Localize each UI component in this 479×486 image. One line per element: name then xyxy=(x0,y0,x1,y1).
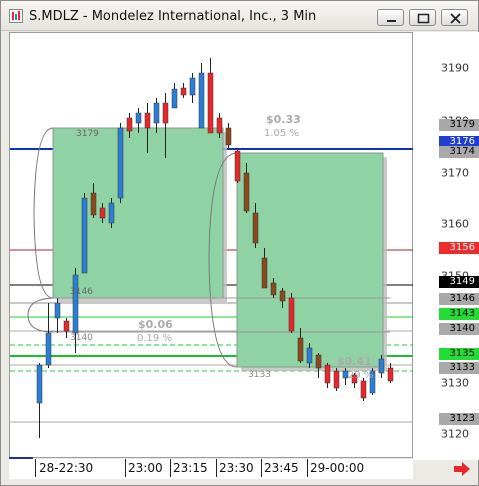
price-tag-3133: 3133 xyxy=(439,362,479,374)
candle-body xyxy=(261,257,268,289)
price-tag-3156: 3156 xyxy=(439,242,479,254)
candle-body xyxy=(135,112,142,124)
candle-body xyxy=(234,150,241,182)
candle-body xyxy=(207,72,214,134)
box1-bottom-label: 3146 xyxy=(70,287,93,297)
price-tag-3146: 3146 xyxy=(439,293,479,305)
price-tag-3135: 3135 xyxy=(439,348,479,360)
price-chart[interactable] xyxy=(10,33,414,459)
price-tick: 3130 xyxy=(441,376,469,390)
candle-body xyxy=(144,112,151,129)
candle-body xyxy=(189,77,196,96)
price-tag-3143: 3143 xyxy=(439,308,479,320)
candle-body xyxy=(252,212,259,244)
box2-change-label: $0.06 xyxy=(138,318,173,331)
box2-top-label: 3140 xyxy=(70,333,93,343)
candle-body xyxy=(72,274,79,334)
price-tag-3179: 3179 xyxy=(439,119,479,131)
maximize-button[interactable] xyxy=(409,9,436,26)
candle-body xyxy=(378,358,385,374)
time-tick xyxy=(261,459,262,477)
chart-plot-area[interactable]: 3179 3146 $0.33 1.05 % 3140 $0.06 0.19 %… xyxy=(9,32,414,459)
candle-body xyxy=(306,347,313,364)
candle-body xyxy=(162,102,169,124)
candle-body xyxy=(171,88,178,109)
candle-body xyxy=(270,282,277,296)
box2-pct-label: 0.19 % xyxy=(137,333,172,344)
candle-body xyxy=(153,102,160,124)
chart-app-icon xyxy=(9,9,23,23)
window-title: S.MDLZ - Mondelez International, Inc., 3… xyxy=(29,9,317,24)
candle-body xyxy=(36,364,43,404)
candle-body xyxy=(45,332,52,366)
time-tick xyxy=(307,459,308,477)
candle-body xyxy=(279,290,286,302)
price-tick: 3120 xyxy=(441,427,469,441)
candle-body xyxy=(63,320,70,332)
box1-top-label: 3179 xyxy=(76,129,99,139)
candle-body xyxy=(333,370,340,389)
box3-change-label: $0.41 xyxy=(337,355,372,368)
time-tick xyxy=(170,459,171,477)
minimize-button[interactable] xyxy=(377,9,404,26)
candle-body xyxy=(225,127,232,146)
candle-body xyxy=(117,127,124,199)
time-tick xyxy=(216,459,217,477)
box1-pct-label: 1.05 % xyxy=(264,128,299,139)
price-tick: 3190 xyxy=(441,61,469,75)
time-tick xyxy=(125,459,126,477)
candle-body xyxy=(360,380,367,399)
price-tag-3149: 3149 xyxy=(439,276,479,288)
candle-body xyxy=(324,364,331,384)
price-tag-3140: 3140 xyxy=(439,323,479,335)
candle-body xyxy=(90,192,97,216)
minimize-icon xyxy=(387,20,396,22)
time-label: 23:15 xyxy=(173,461,208,475)
candle-body xyxy=(315,354,322,369)
candle-body xyxy=(216,117,223,134)
time-label: 28-22:30 xyxy=(39,461,94,475)
time-label: 23:00 xyxy=(128,461,163,475)
range-box-1-curve xyxy=(33,127,54,299)
price-tick: 3160 xyxy=(441,217,469,231)
candle-body xyxy=(126,117,133,132)
box1-change-label: $0.33 xyxy=(266,113,301,126)
time-label: 23:45 xyxy=(264,461,299,475)
candle-body xyxy=(99,207,106,219)
price-axis[interactable]: 3190 3180 3170 3160 3150 3140 3130 3120 … xyxy=(413,32,479,460)
scroll-right-arrow-icon[interactable] xyxy=(453,461,471,477)
price-tick: 3170 xyxy=(441,166,469,180)
range-box-2[interactable] xyxy=(236,152,384,368)
price-tag-3174: 3174 xyxy=(439,146,479,158)
close-icon xyxy=(450,13,461,24)
title-bar[interactable]: S.MDLZ - Mondelez International, Inc., 3… xyxy=(1,1,478,31)
maximize-icon xyxy=(417,13,430,24)
price-tag-3123: 3123 xyxy=(439,413,479,425)
time-label: 23:30 xyxy=(219,461,254,475)
candle-body xyxy=(387,367,394,382)
candle-body xyxy=(180,87,187,96)
close-button[interactable] xyxy=(441,9,468,26)
candle-body xyxy=(54,302,61,319)
candle-body xyxy=(108,202,115,224)
box3-pct-label: 29 % xyxy=(348,370,374,381)
time-label: 29-00:00 xyxy=(310,461,365,475)
candle-body xyxy=(198,72,205,129)
candle-body xyxy=(288,297,295,332)
time-tick xyxy=(35,459,36,477)
time-axis[interactable]: 28-22:30 23:00 23:15 23:30 23:45 29-00:0… xyxy=(9,459,413,479)
candle-body xyxy=(297,337,304,362)
candle-body xyxy=(81,197,88,274)
box3-bottom-label: 3133 xyxy=(248,370,271,380)
candle-body xyxy=(243,172,250,212)
chart-window: S.MDLZ - Mondelez International, Inc., 3… xyxy=(0,0,479,486)
range-box-1[interactable] xyxy=(52,127,224,299)
